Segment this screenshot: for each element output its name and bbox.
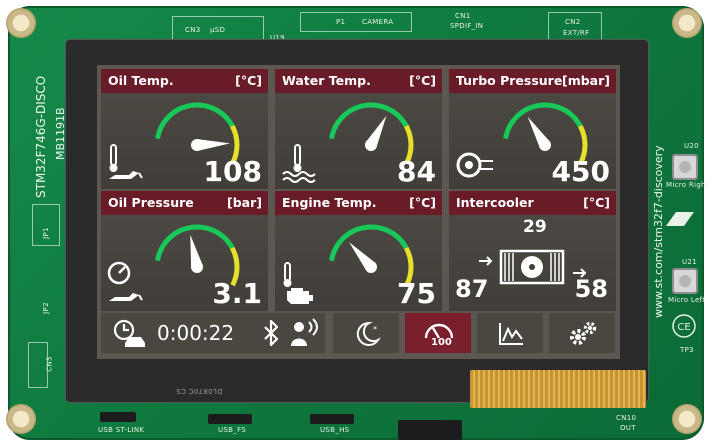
usb-stlink-connector (100, 412, 136, 422)
mounting-hole (672, 404, 702, 434)
gauge-hub (191, 139, 203, 151)
lcd-label: DL0870C CS (176, 387, 223, 395)
svg-text:CE: CE (677, 322, 690, 333)
lcd-screen: Oil Temp. [°C] 108 Water Temp. [°C] 84 T… (97, 65, 620, 359)
silk-out: OUT (620, 424, 636, 432)
panel-value: 108 (203, 155, 262, 188)
ext-rf-outline (548, 12, 602, 40)
panel-unit: [°C] (409, 73, 436, 88)
panel-title: Oil Temp. (108, 73, 174, 88)
micro-left-button[interactable] (672, 268, 698, 294)
intercooler-icon (479, 249, 587, 285)
panel-title-bar: Turbo Pressure [mbar] (449, 69, 616, 93)
panel-value: 75 (397, 277, 436, 310)
st-logo-icon (666, 212, 694, 226)
panel-oil-temp[interactable]: Oil Temp. [°C] 108 (101, 69, 268, 189)
board-model-label: STM32F746G-DISCO (34, 75, 48, 198)
panel-value: 450 (551, 155, 610, 188)
oil-pressure-icon (107, 261, 143, 301)
night-mode-button[interactable]: * (333, 313, 399, 353)
intercooler-top-temp: 29 (523, 217, 547, 237)
gauge-green-arc (503, 102, 583, 140)
micro-right-label: Micro Right (666, 181, 709, 189)
cn5-outline (28, 342, 48, 388)
gauge-green-arc (329, 224, 409, 262)
silk-cn10: CN10 (616, 414, 637, 422)
status-block: 0:00:22 (101, 313, 325, 353)
panel-unit: [°C] (409, 195, 436, 210)
panel-engine-temp[interactable]: Engine Temp. [°C] 75 (275, 191, 442, 311)
silk-u20: U20 (684, 142, 699, 150)
gauge-green-arc (155, 102, 235, 140)
panel-title: Intercooler (456, 195, 534, 210)
panel-title-bar: Oil Pressure [bar] (101, 191, 268, 215)
jp1-outline (32, 204, 60, 246)
mounting-hole (6, 404, 36, 434)
panel-title: Oil Pressure (108, 195, 194, 210)
rj45-connector (398, 420, 462, 440)
chart-view-button[interactable] (477, 313, 543, 353)
bluetooth-icon (264, 320, 279, 346)
panel-turbo-pressure[interactable]: Turbo Pressure [mbar] 450 (449, 69, 616, 189)
intercooler-in-temp: 87 (455, 275, 489, 303)
line-chart-icon (499, 323, 523, 345)
panel-title-bar: Oil Temp. [°C] (101, 69, 268, 93)
gauge-hub (539, 139, 551, 151)
panel-title: Engine Temp. (282, 195, 377, 210)
mounting-hole (6, 8, 36, 38)
silk-jp2: JP2 (41, 302, 50, 314)
clock-car-icon (113, 319, 145, 347)
speed-view-button[interactable]: 100 (405, 313, 471, 353)
gauge-green-arc (329, 102, 409, 140)
panel-title-bar: Intercooler [°C] (449, 191, 616, 215)
svg-text:*: * (373, 325, 377, 334)
gauge-hub (191, 261, 203, 273)
toolbar: 0:00:22 * 100 (101, 313, 616, 355)
panel-unit: [bar] (227, 195, 262, 210)
silk-tp3: TP3 (680, 346, 694, 354)
settings-button[interactable] (549, 313, 615, 353)
panel-unit: [mbar] (562, 73, 610, 88)
sd-slot-outline (172, 16, 264, 40)
usb-fs-connector (208, 414, 252, 424)
gears-icon (570, 321, 597, 345)
silk-usb-stlink: USB ST-LINK (98, 426, 145, 434)
usb-hs-connector (310, 414, 354, 424)
mounting-hole (672, 8, 702, 38)
silk-u21: U21 (682, 258, 697, 266)
moon-icon: * (356, 321, 381, 346)
oil-temperature-icon (109, 144, 143, 179)
camera-connector-outline (300, 12, 412, 32)
voice-assistant-icon[interactable] (289, 318, 319, 348)
ce-logo-icon: CE (672, 314, 696, 338)
silk-usb-fs: USB_FS (218, 426, 247, 434)
panel-unit: [°C] (583, 195, 610, 210)
panel-value: 3.1 (212, 277, 262, 310)
water-temperature-icon (282, 144, 316, 183)
lcd-flex-cable (470, 370, 646, 408)
panel-title: Turbo Pressure (456, 73, 563, 88)
board-url-label: www.st.com/stm32f7-discovery (652, 145, 665, 318)
silk-usb-hs: USB_HS (320, 426, 350, 434)
micro-right-button[interactable] (672, 154, 698, 180)
silk-cn1: CN1 (455, 12, 471, 20)
speed-badge: 100 (431, 337, 452, 348)
micro-left-label: Micro Left (668, 296, 706, 304)
panel-title-bar: Water Temp. [°C] (275, 69, 442, 93)
discovery-board: CN3 µSD U19 P1 CAMERA CN1 SPDIF_IN CN2 E… (0, 0, 712, 446)
panel-value: 84 (397, 155, 436, 188)
silk-spdif: SPDIF_IN (450, 22, 484, 30)
trip-timer: 0:00:22 (157, 321, 235, 345)
intercooler-out-temp: 58 (574, 275, 608, 303)
panel-oil-pressure[interactable]: Oil Pressure [bar] 3.1 (101, 191, 268, 311)
turbo-icon (456, 152, 493, 178)
panel-title: Water Temp. (282, 73, 371, 88)
panel-intercooler[interactable]: Intercooler [°C] 29 87 58 (449, 191, 616, 311)
panel-water-temp[interactable]: Water Temp. [°C] 84 (275, 69, 442, 189)
gauge-hub (365, 261, 377, 273)
gauge-hub (365, 139, 377, 151)
panel-title-bar: Engine Temp. [°C] (275, 191, 442, 215)
engine-temperature-icon (283, 262, 313, 304)
panel-unit: [°C] (235, 73, 262, 88)
